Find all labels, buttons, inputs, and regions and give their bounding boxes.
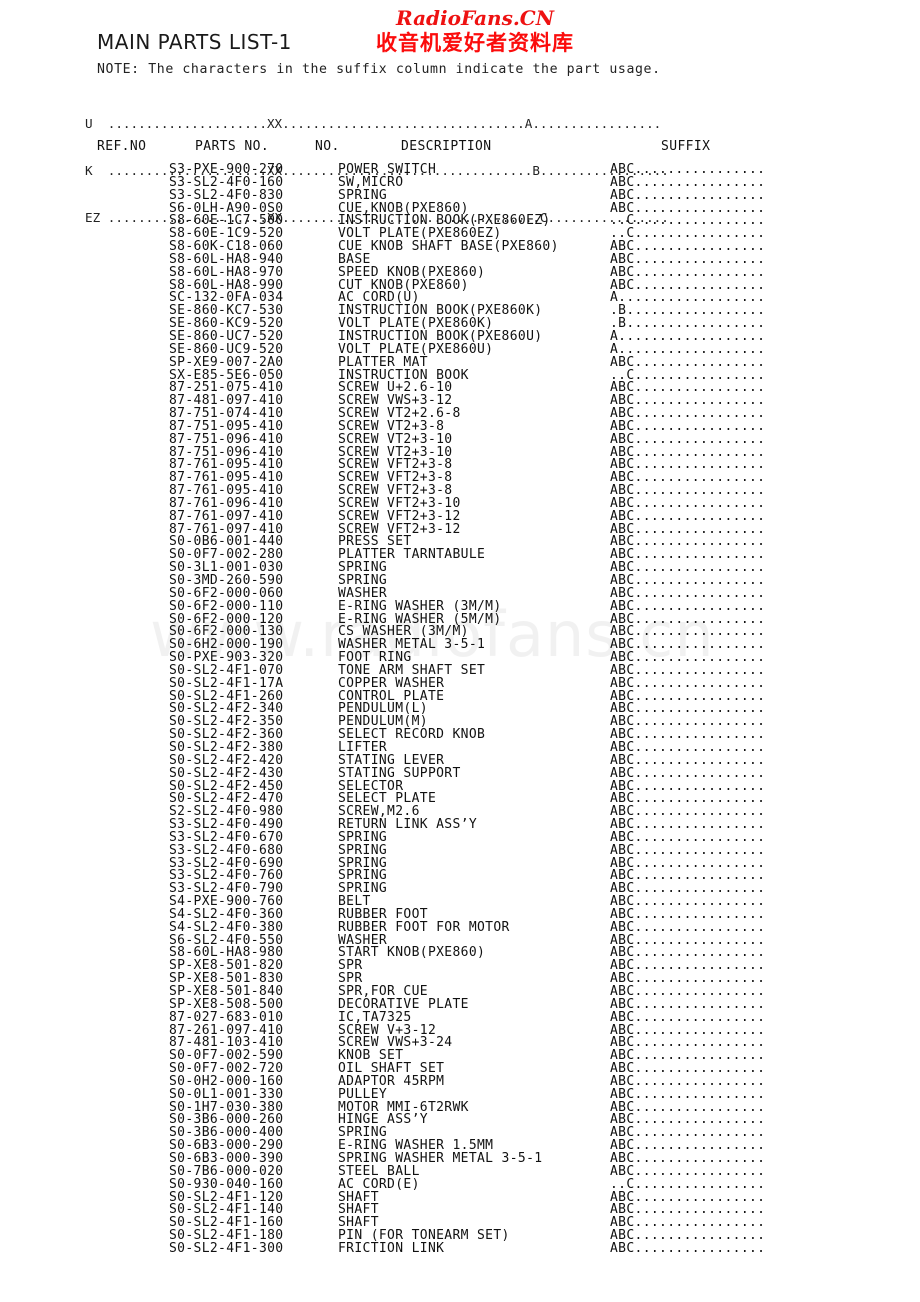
- parts-table: S3-PXE-900-270 POWER SWITCH ABC...........…: [97, 163, 830, 1256]
- column-header-parts-no: PARTS NO.: [195, 139, 270, 154]
- column-header-ref-no: REF.NO: [97, 139, 147, 154]
- brand-watermark-cjk: 收音机爱好者资料库: [376, 30, 574, 55]
- column-header-description: DESCRIPTION: [401, 139, 492, 154]
- cell-description: START KNOB(PXE860): [338, 945, 486, 961]
- suffix-usage-note: NOTE: The characters in the suffix colum…: [97, 62, 661, 77]
- brand-watermark-latin: RadioFans.CN: [396, 6, 554, 30]
- cell-parts-no: S0-SL2-4F1-300: [169, 1240, 284, 1256]
- page-title: MAIN PARTS LIST-1: [97, 30, 292, 54]
- legend-row-u: U .....................XX...............…: [85, 116, 662, 132]
- column-header-suffix: SUFFIX: [661, 139, 711, 154]
- cell-description: FRICTION LINK: [338, 1240, 445, 1256]
- cell-suffix: ABC................: [610, 1240, 766, 1256]
- column-header-no: NO.: [315, 139, 340, 154]
- cell-description: CUE KNOB SHAFT BASE(PXE860): [338, 239, 559, 255]
- cell-description: SPR: [338, 958, 363, 974]
- cell-description: SPRING: [338, 881, 388, 897]
- brand-watermark: RadioFans.CN 收音机爱好者资料库: [355, 6, 595, 55]
- table-row: S0-SL2-4F1-300 FRICTION LINK ABC..........…: [97, 1240, 830, 1256]
- parts-list-page: www.radiofans.cn RadioFans.CN 收音机爱好者资料库 …: [0, 0, 920, 1302]
- table-column-headers: REF.NO PARTS NO. NO. DESCRIPTION SUFFIX: [97, 139, 781, 154]
